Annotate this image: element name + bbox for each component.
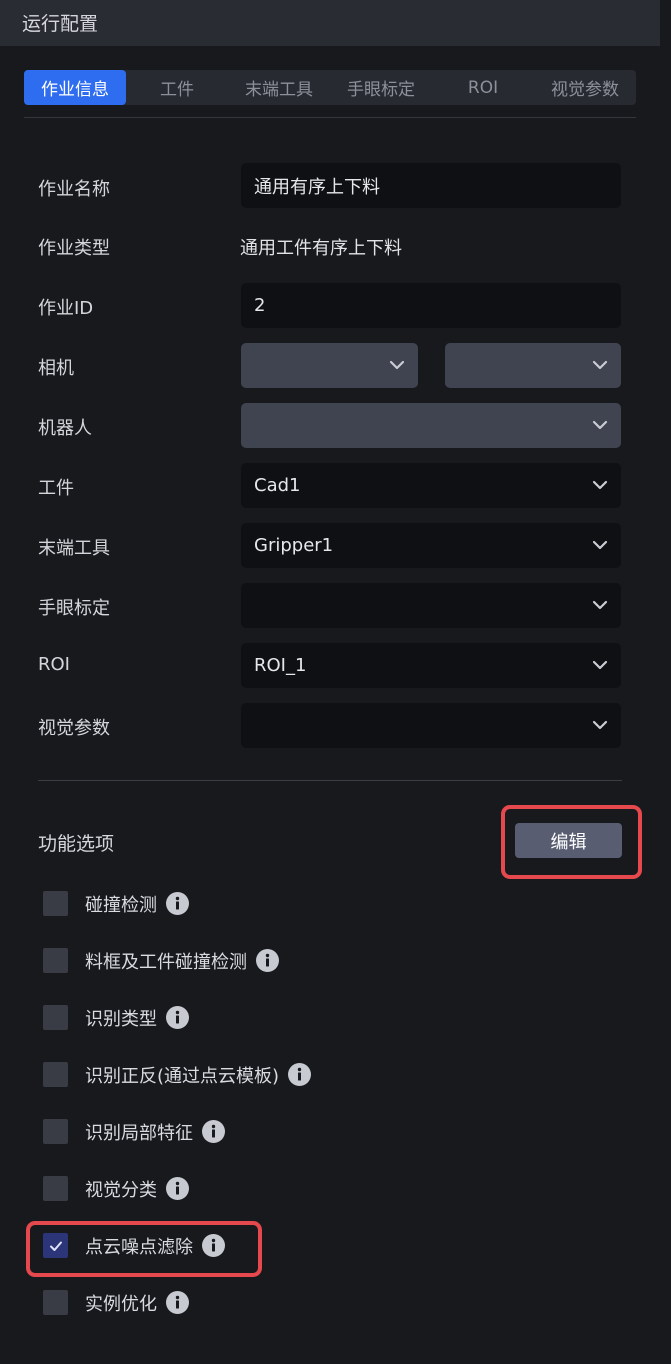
end-tool-label: 末端工具: [38, 538, 110, 559]
info-icon[interactable]: [166, 892, 189, 915]
chevron-down-icon: [592, 420, 608, 430]
option-label: 识别类型: [85, 1008, 157, 1030]
option-recognition-type[interactable]: 识别类型: [43, 1005, 189, 1030]
tab-hand-eye[interactable]: 手眼标定: [330, 70, 432, 105]
chevron-down-icon: [592, 600, 608, 610]
window-title: 运行配置: [22, 13, 99, 35]
info-icon[interactable]: [202, 1120, 225, 1143]
option-label: 碰撞检测: [85, 894, 157, 916]
option-bin-workpiece-collision[interactable]: 料框及工件碰撞检测: [43, 948, 279, 973]
tab-bar: 作业信息 工件 末端工具 手眼标定 ROI 视觉参数: [24, 70, 636, 105]
chevron-down-icon: [592, 480, 608, 490]
tab-workpiece[interactable]: 工件: [126, 70, 228, 105]
job-type-label: 作业类型: [38, 238, 110, 259]
roi-select-value: ROI_1: [254, 655, 307, 676]
job-type-value: 通用工件有序上下料: [240, 238, 402, 259]
job-id-value: 2: [254, 295, 266, 316]
option-collision-detection[interactable]: 碰撞检测: [43, 891, 189, 916]
info-icon[interactable]: [256, 949, 279, 972]
checkbox-checked[interactable]: [43, 1233, 68, 1258]
option-instance-optimization[interactable]: 实例优化: [43, 1290, 189, 1315]
info-icon[interactable]: [166, 1177, 189, 1200]
camera-select-primary[interactable]: [241, 343, 418, 388]
end-tool-select-value: Gripper1: [254, 535, 334, 556]
checkbox[interactable]: [43, 1005, 68, 1030]
option-visual-classification[interactable]: 视觉分类: [43, 1176, 189, 1201]
info-icon[interactable]: [166, 1291, 189, 1314]
tab-end-tool[interactable]: 末端工具: [228, 70, 330, 105]
vision-params-label: 视觉参数: [38, 718, 110, 739]
robot-label: 机器人: [38, 418, 92, 439]
checkmark-icon: [49, 1241, 62, 1251]
features-title: 功能选项: [38, 833, 115, 855]
job-name-label: 作业名称: [38, 179, 110, 200]
window-titlebar: 运行配置: [0, 0, 660, 46]
checkbox[interactable]: [43, 1119, 68, 1144]
chevron-down-icon: [592, 360, 608, 370]
option-label: 视觉分类: [85, 1179, 157, 1201]
option-label: 料框及工件碰撞检测: [85, 951, 247, 973]
workpiece-select[interactable]: Cad1: [241, 463, 621, 508]
info-icon[interactable]: [166, 1006, 189, 1029]
roi-label: ROI: [38, 654, 70, 675]
chevron-down-icon: [389, 360, 405, 370]
job-name-value: 通用有序上下料: [254, 176, 380, 198]
option-label: 点云噪点滤除: [85, 1236, 193, 1258]
option-label: 实例优化: [85, 1293, 157, 1315]
workpiece-label: 工件: [38, 478, 74, 499]
info-icon[interactable]: [202, 1234, 225, 1257]
roi-select[interactable]: ROI_1: [241, 643, 621, 688]
info-icon[interactable]: [288, 1063, 312, 1086]
option-local-features[interactable]: 识别局部特征: [43, 1119, 225, 1144]
chevron-down-icon: [592, 660, 608, 670]
job-id-input[interactable]: 2: [241, 283, 621, 328]
chevron-down-icon: [592, 720, 608, 730]
section-divider: [38, 780, 622, 781]
chevron-down-icon: [592, 540, 608, 550]
option-label: 识别局部特征: [85, 1122, 193, 1144]
job-name-input[interactable]: 通用有序上下料: [241, 163, 621, 208]
option-point-cloud-noise-filter[interactable]: 点云噪点滤除: [43, 1233, 225, 1258]
camera-select-secondary[interactable]: [445, 343, 621, 388]
hand-eye-select[interactable]: [241, 583, 621, 628]
job-id-label: 作业ID: [38, 298, 94, 319]
checkbox[interactable]: [43, 1176, 68, 1201]
workpiece-select-value: Cad1: [254, 475, 301, 496]
robot-select[interactable]: [241, 403, 621, 448]
vision-params-select[interactable]: [241, 703, 621, 748]
tab-vision-params[interactable]: 视觉参数: [534, 70, 636, 105]
checkbox[interactable]: [43, 948, 68, 973]
option-recognize-front-back[interactable]: 识别正反(通过点云模板): [43, 1062, 312, 1087]
hand-eye-label: 手眼标定: [38, 598, 110, 619]
camera-label: 相机: [38, 358, 74, 379]
checkbox[interactable]: [43, 1062, 68, 1087]
edit-button[interactable]: 编辑: [515, 823, 622, 858]
option-label: 识别正反(通过点云模板): [85, 1065, 280, 1087]
checkbox[interactable]: [43, 1290, 68, 1315]
checkbox[interactable]: [43, 891, 68, 916]
end-tool-select[interactable]: Gripper1: [241, 523, 621, 568]
tab-roi[interactable]: ROI: [432, 70, 534, 105]
tab-job-info[interactable]: 作业信息: [24, 70, 126, 105]
tabs-divider: [24, 117, 636, 118]
